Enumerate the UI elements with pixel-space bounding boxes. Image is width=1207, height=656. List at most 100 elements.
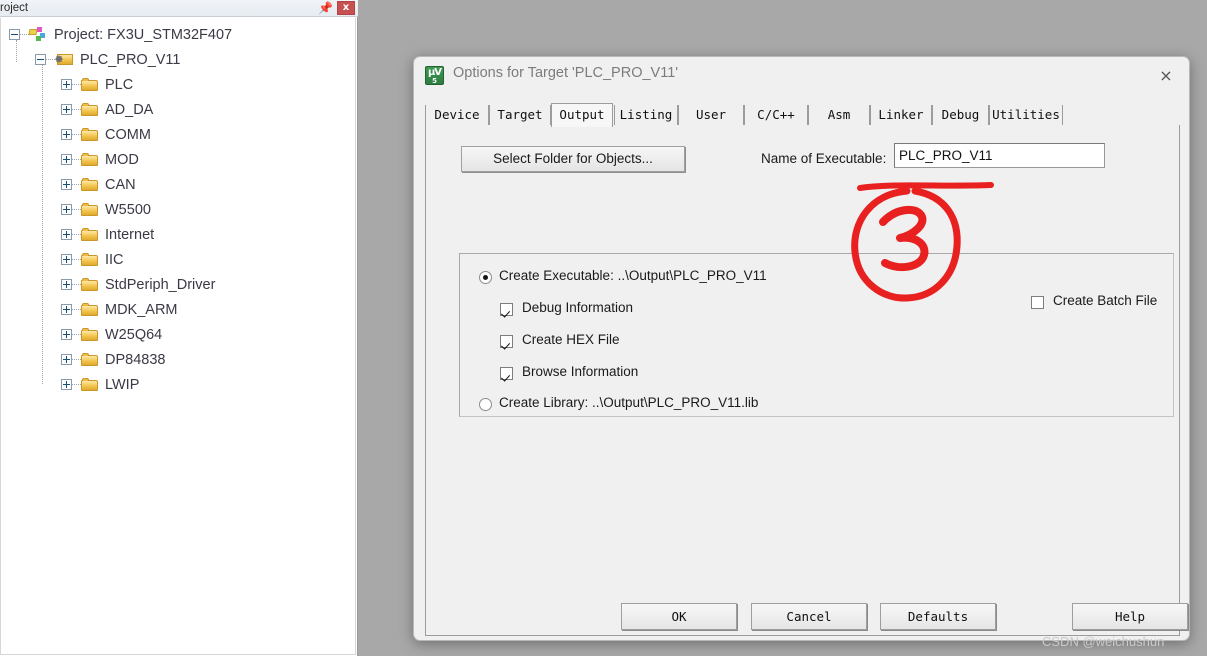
defaults-button[interactable]: Defaults [880, 603, 996, 630]
tree-item-label: MDK_ARM [105, 301, 178, 318]
expander-expand-icon[interactable] [61, 104, 72, 115]
tree-connector [72, 283, 81, 286]
tab-linker[interactable]: Linker [870, 105, 932, 125]
folder-icon [81, 152, 99, 167]
folder-icon [81, 377, 99, 392]
tab-utilities[interactable]: Utilities [989, 105, 1063, 125]
tree-item-label: Internet [105, 226, 155, 243]
screen: roject 📌 x Project: FX3U_STM32F407 PLC_P… [0, 0, 1207, 656]
expander-expand-icon[interactable] [61, 204, 72, 215]
tree-item-group[interactable]: Internet [1, 222, 355, 247]
tree-connector [72, 83, 81, 86]
tree-connector [72, 233, 81, 236]
tab-user[interactable]: User [678, 105, 744, 125]
tree-item-group[interactable]: DP84838 [1, 347, 355, 372]
debug-information-checkbox[interactable] [500, 303, 513, 316]
expander-expand-icon[interactable] [61, 154, 72, 165]
expander-expand-icon[interactable] [61, 279, 72, 290]
expander-collapse-icon[interactable] [35, 54, 46, 65]
tree-item-target[interactable]: PLC_PRO_V11 [1, 47, 355, 72]
expander-collapse-icon[interactable] [9, 29, 20, 40]
pin-icon[interactable]: 📌 [318, 1, 333, 15]
expander-expand-icon[interactable] [61, 379, 72, 390]
tree-connector [72, 258, 81, 261]
tree-item-project[interactable]: Project: FX3U_STM32F407 [1, 22, 355, 47]
uvision-app-icon: μV 5 [425, 66, 444, 85]
expander-expand-icon[interactable] [61, 329, 72, 340]
folder-icon [81, 102, 99, 117]
tree-item-group[interactable]: IIC [1, 247, 355, 272]
browse-information-checkbox[interactable] [500, 367, 513, 380]
tree-item-label: PLC_PRO_V11 [80, 51, 181, 68]
close-icon[interactable]: × [1153, 65, 1179, 87]
dialog-titlebar: μV 5 Options for Target 'PLC_PRO_V11' × [414, 57, 1189, 93]
expander-expand-icon[interactable] [61, 229, 72, 240]
watermark: CSDN @weichushun [1042, 634, 1165, 649]
tree-item-group[interactable]: COMM [1, 122, 355, 147]
close-icon[interactable]: x [337, 1, 355, 15]
create-library-radio[interactable] [479, 398, 492, 411]
tree-item-label: StdPeriph_Driver [105, 276, 216, 293]
tree-connector [72, 383, 81, 386]
tree-item-label: CAN [105, 176, 136, 193]
tree-item-group[interactable]: W5500 [1, 197, 355, 222]
tree-item-label: DP84838 [105, 351, 166, 368]
tab-device[interactable]: Device [425, 105, 489, 125]
tree-item-label: Project: FX3U_STM32F407 [54, 26, 233, 43]
expander-expand-icon[interactable] [61, 354, 72, 365]
folder-icon [81, 352, 99, 367]
tree-connector [72, 208, 81, 211]
tree-connector [72, 358, 81, 361]
project-tree: Project: FX3U_STM32F407 PLC_PRO_V11 PLC [0, 18, 356, 655]
folder-icon [81, 327, 99, 342]
tree-connector [72, 333, 81, 336]
help-button[interactable]: Help [1072, 603, 1188, 630]
create-hex-file-label[interactable]: Create HEX File [522, 332, 620, 347]
expander-expand-icon[interactable] [61, 179, 72, 190]
name-of-executable-input[interactable] [894, 143, 1105, 168]
browse-information-label[interactable]: Browse Information [522, 364, 638, 379]
tab-output[interactable]: Output [551, 103, 613, 127]
expander-expand-icon[interactable] [61, 304, 72, 315]
create-library-label[interactable]: Create Library: ..\Output\PLC_PRO_V11.li… [499, 395, 758, 410]
debug-information-label[interactable]: Debug Information [522, 300, 633, 315]
tree-item-group[interactable]: PLC [1, 72, 355, 97]
folder-icon [81, 277, 99, 292]
create-executable-radio[interactable] [479, 271, 492, 284]
expander-expand-icon[interactable] [61, 129, 72, 140]
output-options-group: Create Executable: ..\Output\PLC_PRO_V11… [459, 253, 1174, 417]
tab-asm[interactable]: Asm [808, 105, 870, 125]
create-hex-file-checkbox[interactable] [500, 335, 513, 348]
expander-expand-icon[interactable] [61, 254, 72, 265]
folder-icon [81, 252, 99, 267]
folder-icon [81, 202, 99, 217]
project-panel-title: roject [0, 2, 29, 14]
create-batch-file-checkbox[interactable] [1031, 296, 1044, 309]
select-folder-for-objects-button[interactable]: Select Folder for Objects... [461, 146, 685, 172]
name-of-executable-label: Name of Executable: [761, 151, 887, 166]
create-batch-file-label[interactable]: Create Batch File [1053, 293, 1157, 308]
folder-icon [81, 227, 99, 242]
project-icon [28, 27, 48, 42]
cancel-button[interactable]: Cancel [751, 603, 867, 630]
tree-item-label: COMM [105, 126, 151, 143]
tree-item-group[interactable]: CAN [1, 172, 355, 197]
tree-item-group[interactable]: LWIP [1, 372, 355, 397]
tab-target[interactable]: Target [489, 105, 551, 125]
tab-debug[interactable]: Debug [932, 105, 989, 125]
dialog-title: Options for Target 'PLC_PRO_V11' [453, 65, 679, 81]
project-panel: roject 📌 x Project: FX3U_STM32F407 PLC_P… [0, 0, 358, 656]
tree-item-group[interactable]: W25Q64 [1, 322, 355, 347]
tab-listing[interactable]: Listing [614, 105, 678, 125]
tree-item-group[interactable]: MOD [1, 147, 355, 172]
tree-item-label: IIC [105, 251, 124, 268]
expander-expand-icon[interactable] [61, 79, 72, 90]
create-executable-label[interactable]: Create Executable: ..\Output\PLC_PRO_V11 [499, 268, 767, 283]
tree-connector [72, 308, 81, 311]
folder-icon [81, 302, 99, 317]
tree-item-group[interactable]: StdPeriph_Driver [1, 272, 355, 297]
tab-cpp[interactable]: C/C++ [744, 105, 808, 125]
ok-button[interactable]: OK [621, 603, 737, 630]
tree-item-group[interactable]: MDK_ARM [1, 297, 355, 322]
tree-item-group[interactable]: AD_DA [1, 97, 355, 122]
